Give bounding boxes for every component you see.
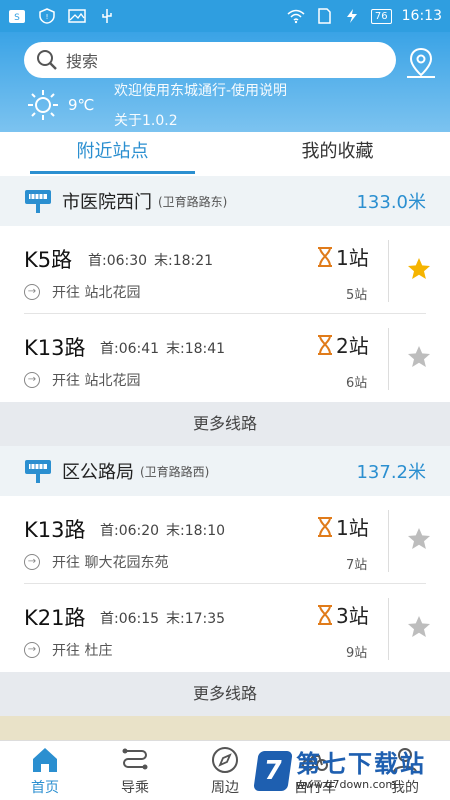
station-distance: 133.0米: [356, 192, 426, 213]
direction-arrow-icon: →: [24, 642, 40, 658]
stop-count: 6站: [346, 376, 368, 391]
notice-line: 欢迎使用东城通行-使用说明: [114, 83, 288, 99]
station-distance: 137.2米: [356, 462, 426, 483]
favorite-star-icon[interactable]: [406, 614, 432, 640]
more-routes-button[interactable]: 更多线路: [0, 402, 450, 446]
stop-count: 5站: [346, 288, 368, 303]
route-name: K21路: [24, 606, 86, 630]
station-name: 区公路局: [62, 462, 134, 483]
hourglass-icon: [318, 604, 332, 625]
stop-count: 7站: [346, 558, 368, 573]
stops-away: 2站: [336, 334, 369, 358]
sun-icon: [28, 90, 58, 120]
status-bar: S ! 76 16:13: [0, 0, 450, 32]
compass-icon: [212, 746, 238, 773]
nav-guide[interactable]: 导乘: [90, 741, 180, 800]
sim-card-icon: [318, 8, 331, 24]
app-store-icon: S: [9, 10, 25, 23]
nav-label: 周边: [211, 779, 239, 796]
more-routes-button[interactable]: 更多线路: [0, 672, 450, 716]
route-row[interactable]: K13路 首:06:41 末:18:41 → 开往 站北花园 2站 6站: [0, 314, 450, 402]
hourglass-icon: [318, 246, 332, 267]
direction-arrow-icon: →: [24, 554, 40, 570]
route-name: K13路: [24, 336, 86, 360]
search-input[interactable]: 搜索: [66, 48, 98, 72]
watermark-text: 第七下载站: [296, 750, 426, 778]
station-name: 市医院西门: [62, 192, 152, 213]
station-road: (卫育路路东): [158, 194, 228, 209]
header: 搜索 9℃ 欢迎使用东城通行-使用说明 关于1.0.2: [0, 32, 450, 132]
usb-icon: [102, 9, 112, 23]
home-icon: [33, 747, 57, 772]
stop-count: 9站: [346, 646, 368, 661]
wifi-icon: [287, 9, 305, 24]
location-pin-icon[interactable]: [404, 46, 438, 80]
temperature: 9℃: [68, 96, 95, 114]
route-row[interactable]: K21路 首:06:15 末:17:35 → 开往 杜庄 3站 9站: [0, 584, 450, 672]
favorite-star-icon[interactable]: [406, 526, 432, 552]
direction-arrow-icon: →: [24, 284, 40, 300]
hourglass-icon: [318, 334, 332, 355]
notice-ticker[interactable]: 欢迎使用东城通行-使用说明 关于1.0.2: [114, 76, 354, 132]
divider: [388, 328, 389, 390]
divider: [388, 598, 389, 660]
nav-label: 首页: [31, 779, 59, 796]
svg-text:S: S: [14, 13, 20, 23]
watermark: 7 第七下载站 www.d7down.com: [253, 744, 446, 798]
last-bus-time: 末:18:21: [154, 253, 214, 269]
route-destination: 开往 站北花园: [52, 285, 141, 301]
divider: [388, 510, 389, 572]
route-destination: 开往 杜庄: [52, 643, 113, 659]
bus-stop-icon: [25, 190, 51, 213]
search-icon: [37, 50, 57, 70]
image-icon: [68, 9, 86, 23]
charging-icon: [346, 9, 357, 23]
notice-line: 关于1.0.2: [114, 113, 178, 129]
first-bus-time: 首:06:20: [100, 523, 160, 539]
nav-label: 导乘: [121, 779, 149, 796]
stops-away: 1站: [336, 246, 369, 270]
route-row[interactable]: K5路 首:06:30 末:18:21 → 开往 站北花园 1站 5站: [0, 226, 450, 314]
favorite-star-icon[interactable]: [406, 344, 432, 370]
battery-level: 76: [370, 8, 392, 24]
tab-nearby-stations[interactable]: 附近站点: [0, 132, 225, 176]
route-destination: 开往 站北花园: [52, 373, 141, 389]
station-header[interactable]: 市医院西门 (卫育路路东) 133.0米: [0, 176, 450, 226]
stops-away: 3站: [336, 604, 369, 628]
first-bus-time: 首:06:41: [100, 341, 160, 357]
watermark-url: www.d7down.com: [296, 778, 397, 791]
search-bar[interactable]: 搜索: [24, 42, 396, 78]
nav-home[interactable]: 首页: [0, 741, 90, 800]
favorite-star-icon[interactable]: [406, 256, 432, 282]
route-icon: [122, 748, 148, 769]
svg-text:!: !: [46, 13, 49, 21]
watermark-logo-icon: 7: [253, 751, 293, 791]
stops-away: 1站: [336, 516, 369, 540]
hourglass-icon: [318, 516, 332, 537]
divider: [388, 240, 389, 302]
first-bus-time: 首:06:30: [88, 253, 148, 269]
last-bus-time: 末:18:41: [166, 341, 226, 357]
route-name: K13路: [24, 518, 86, 542]
bus-stop-icon: [25, 460, 51, 483]
last-bus-time: 末:18:10: [166, 523, 226, 539]
first-bus-time: 首:06:15: [100, 611, 160, 627]
ad-strip: [0, 716, 450, 740]
direction-arrow-icon: →: [24, 372, 40, 388]
route-destination: 开往 聊大花园东苑: [52, 555, 169, 571]
tab-favorites[interactable]: 我的收藏: [225, 132, 450, 176]
clock: 16:13: [401, 8, 442, 24]
station-header[interactable]: 区公路局 (卫育路路西) 137.2米: [0, 446, 450, 496]
route-row[interactable]: K13路 首:06:20 末:18:10 → 开往 聊大花园东苑 1站 7站: [0, 496, 450, 584]
weather: 9℃: [26, 88, 94, 122]
last-bus-time: 末:17:35: [166, 611, 226, 627]
shield-icon: !: [39, 8, 55, 24]
station-road: (卫育路路西): [140, 464, 210, 479]
route-name: K5路: [24, 248, 73, 272]
tab-bar: 附近站点 我的收藏: [0, 132, 450, 176]
